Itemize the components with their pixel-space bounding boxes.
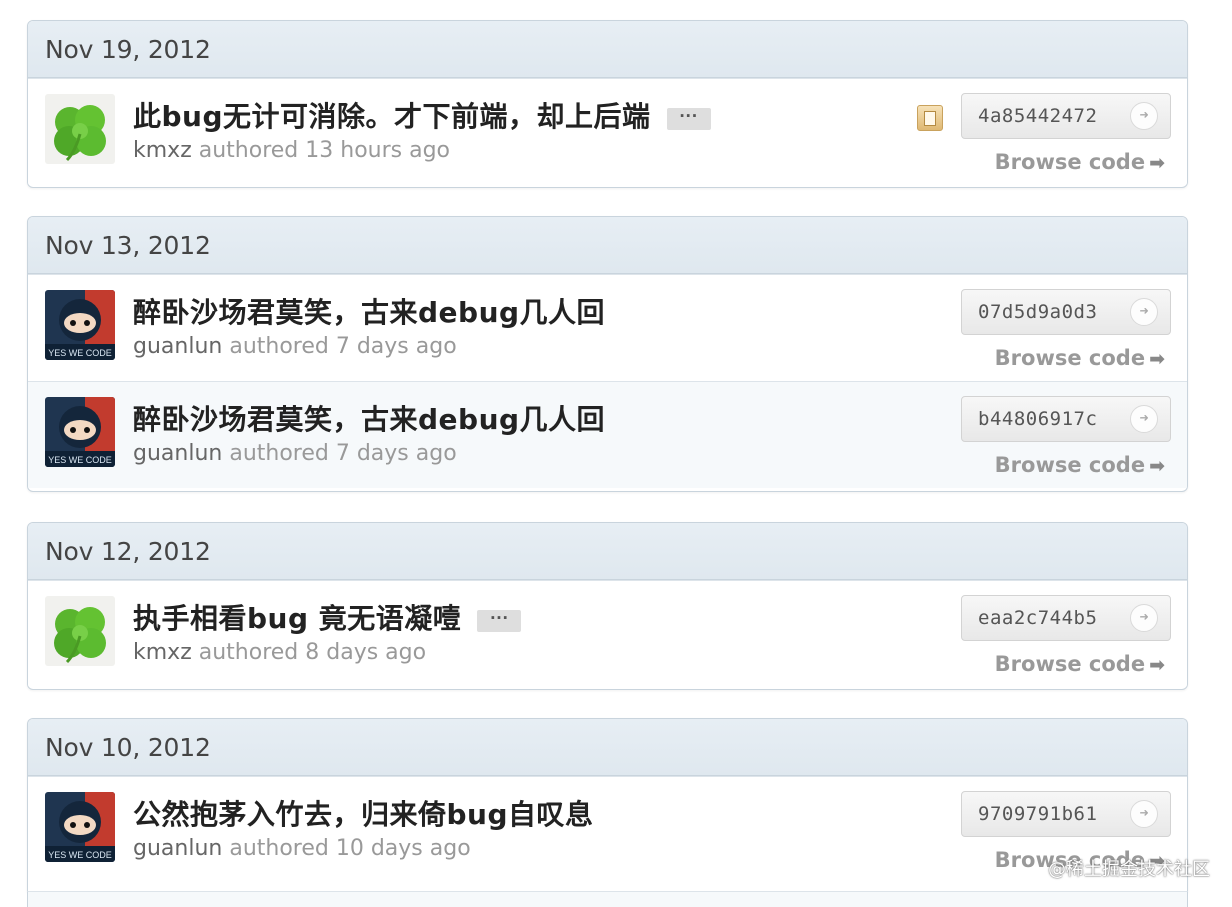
commit-meta: guanlun authored 7 days ago [133,441,457,466]
svg-text:YES WE CODE: YES WE CODE [48,850,112,860]
commit-group-nov-10: Nov 10, 2012 YES WE CODE 公然抱茅入竹去，归来倚bug自… [27,718,1188,892]
commit-meta: guanlun authored 7 days ago [133,334,457,359]
commit-meta: guanlun authored 10 days ago [133,836,471,861]
commit-message[interactable]: 此bug无计可消除。才下前端，却上后端 ··· [133,95,711,135]
commit-row: YES WE CODE 醉卧沙场君莫笑，古来debug几人回 guanlun a… [28,381,1187,488]
go-arrow-icon: ➜ [1130,102,1158,130]
browse-code-label: Browse code [994,652,1146,676]
commit-row: YES WE CODE 醉卧沙场君莫笑，古来debug几人回 guanlun a… [28,274,1187,381]
commit-row: 此bug无计可消除。才下前端，却上后端 ··· kmxz authored 13 … [28,78,1187,185]
authored-time: authored 8 days ago [198,640,427,665]
avatar-clover-icon[interactable] [45,94,115,164]
commit-sha: b44806917c [978,408,1098,430]
avatar-ninja-icon[interactable]: YES WE CODE [45,397,115,467]
commit-sha-button[interactable]: 4a85442472 ➜ [961,93,1171,139]
arrow-right-icon: ➡ [1149,152,1165,174]
commit-sha: 07d5d9a0d3 [978,301,1098,323]
go-arrow-icon: ➜ [1130,800,1158,828]
commit-message-link[interactable]: 执手相看bug 竟无语凝噎 [133,602,461,635]
commit-meta: kmxz authored 13 hours ago [133,138,450,163]
watermark: @稀土掘金技术社区 [1048,859,1210,880]
author-link[interactable]: kmxz [133,138,192,163]
group-date: Nov 19, 2012 [28,21,1187,78]
author-link[interactable]: guanlun [133,836,222,861]
commit-sha-button[interactable]: b44806917c ➜ [961,396,1171,442]
group-date: Nov 10, 2012 [28,719,1187,776]
avatar-ninja-icon[interactable]: YES WE CODE [45,792,115,862]
authored-time: authored 7 days ago [229,441,457,466]
browse-code-label: Browse code [994,453,1146,477]
commit-sha: eaa2c744b5 [978,607,1098,629]
commit-group-nov-19: Nov 19, 2012 此bug无计可消除。才下前端，却上后端 ··· kmxz… [27,20,1188,188]
svg-text:YES WE CODE: YES WE CODE [48,348,112,358]
authored-time: authored 10 days ago [229,836,471,861]
commit-sha: 9709791b61 [978,803,1098,825]
browse-code-label: Browse code [994,346,1146,370]
authored-time: authored 13 hours ago [198,138,450,163]
arrow-right-icon: ➡ [1149,654,1165,676]
browse-code-label: Browse code [994,150,1146,174]
go-arrow-icon: ➜ [1130,298,1158,326]
commit-sha-button[interactable]: 9709791b61 ➜ [961,791,1171,837]
browse-code-link[interactable]: Browse code ➡ [995,652,1165,676]
author-link[interactable]: guanlun [133,441,222,466]
next-commit-row-partial [27,891,1188,907]
group-date: Nov 13, 2012 [28,217,1187,274]
commit-message-link[interactable]: 此bug无计可消除。才下前端，却上后端 [133,100,651,133]
go-arrow-icon: ➜ [1130,604,1158,632]
commit-message[interactable]: 醉卧沙场君莫笑，古来debug几人回 [133,398,605,438]
commit-meta: kmxz authored 8 days ago [133,640,426,665]
browse-code-link[interactable]: Browse code ➡ [995,150,1165,174]
svg-text:YES WE CODE: YES WE CODE [48,455,112,465]
commit-sha: 4a85442472 [978,105,1098,127]
avatar-clover-icon[interactable] [45,596,115,666]
group-date: Nov 12, 2012 [28,523,1187,580]
arrow-right-icon: ➡ [1149,348,1165,370]
authored-time: authored 7 days ago [229,334,457,359]
commit-row: YES WE CODE 公然抱茅入竹去，归来倚bug自叹息 guanlun au… [28,776,1187,883]
commit-row: 执手相看bug 竟无语凝噎 ··· kmxz authored 8 days ag… [28,580,1187,687]
commit-group-nov-12: Nov 12, 2012 执手相看bug 竟无语凝噎 ··· kmxz autho… [27,522,1188,690]
avatar-ninja-icon[interactable]: YES WE CODE [45,290,115,360]
author-link[interactable]: kmxz [133,640,192,665]
commit-message[interactable]: 公然抱茅入竹去，归来倚bug自叹息 [133,793,594,833]
commit-message[interactable]: 醉卧沙场君莫笑，古来debug几人回 [133,291,605,331]
browse-code-link[interactable]: Browse code ➡ [995,346,1165,370]
copy-sha-icon[interactable] [917,105,943,131]
commit-sha-button[interactable]: eaa2c744b5 ➜ [961,595,1171,641]
author-link[interactable]: guanlun [133,334,222,359]
expand-message-button[interactable]: ··· [477,610,522,632]
arrow-right-icon: ➡ [1149,455,1165,477]
commit-sha-button[interactable]: 07d5d9a0d3 ➜ [961,289,1171,335]
commit-group-nov-13: Nov 13, 2012 YES WE CODE 醉卧沙场君莫笑，古来debug… [27,216,1188,492]
commit-message[interactable]: 执手相看bug 竟无语凝噎 ··· [133,597,522,637]
browse-code-link[interactable]: Browse code ➡ [995,453,1165,477]
go-arrow-icon: ➜ [1130,405,1158,433]
expand-message-button[interactable]: ··· [666,108,711,130]
